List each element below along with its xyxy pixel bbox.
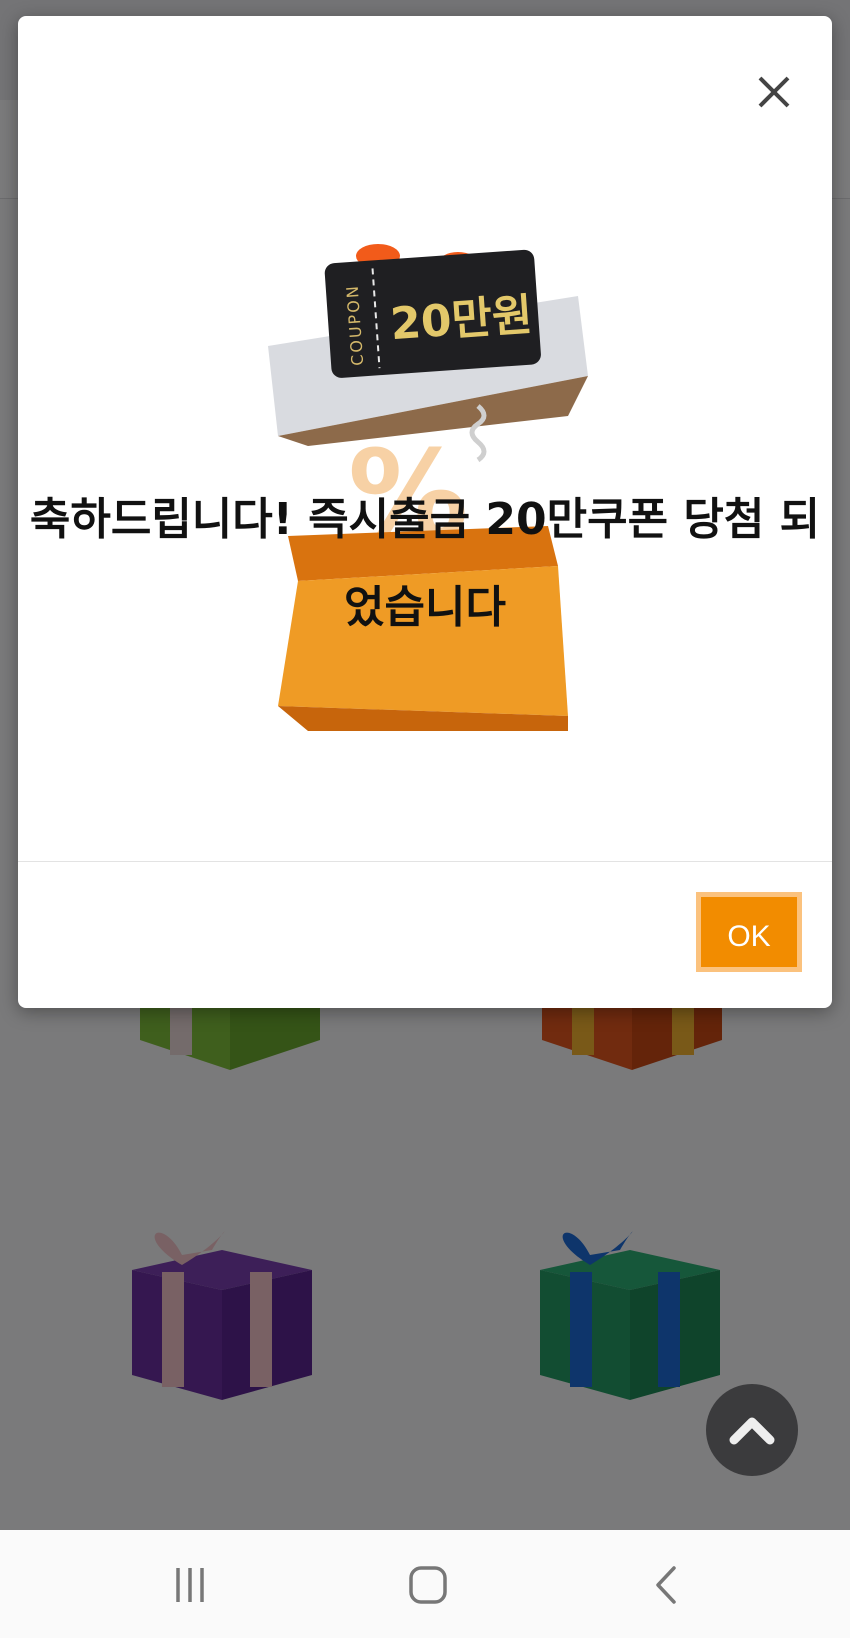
close-icon [758, 76, 790, 108]
recent-apps-icon [176, 1568, 204, 1602]
system-nav-bar [0, 1530, 850, 1638]
recent-apps-button[interactable] [160, 1560, 220, 1610]
close-button[interactable] [752, 70, 796, 114]
back-button[interactable] [636, 1560, 696, 1610]
coupon-amount: 20만원 [389, 289, 534, 350]
chevron-up-icon [729, 1417, 775, 1445]
prize-message: 축하드립니다! 즉시출금 20만쿠폰 당첨 되었습니다 [29, 494, 821, 633]
home-button[interactable] [398, 1560, 458, 1610]
footer-divider [18, 861, 832, 862]
back-icon [656, 1566, 676, 1604]
home-icon [409, 1566, 447, 1604]
prize-dialog: COUPON 20만원 % 축하드립니다! 즉시출금 20만쿠폰 당첨 되었습니… [18, 16, 832, 1008]
ok-button[interactable]: OK [696, 892, 802, 972]
scroll-top-button[interactable] [706, 1384, 798, 1476]
